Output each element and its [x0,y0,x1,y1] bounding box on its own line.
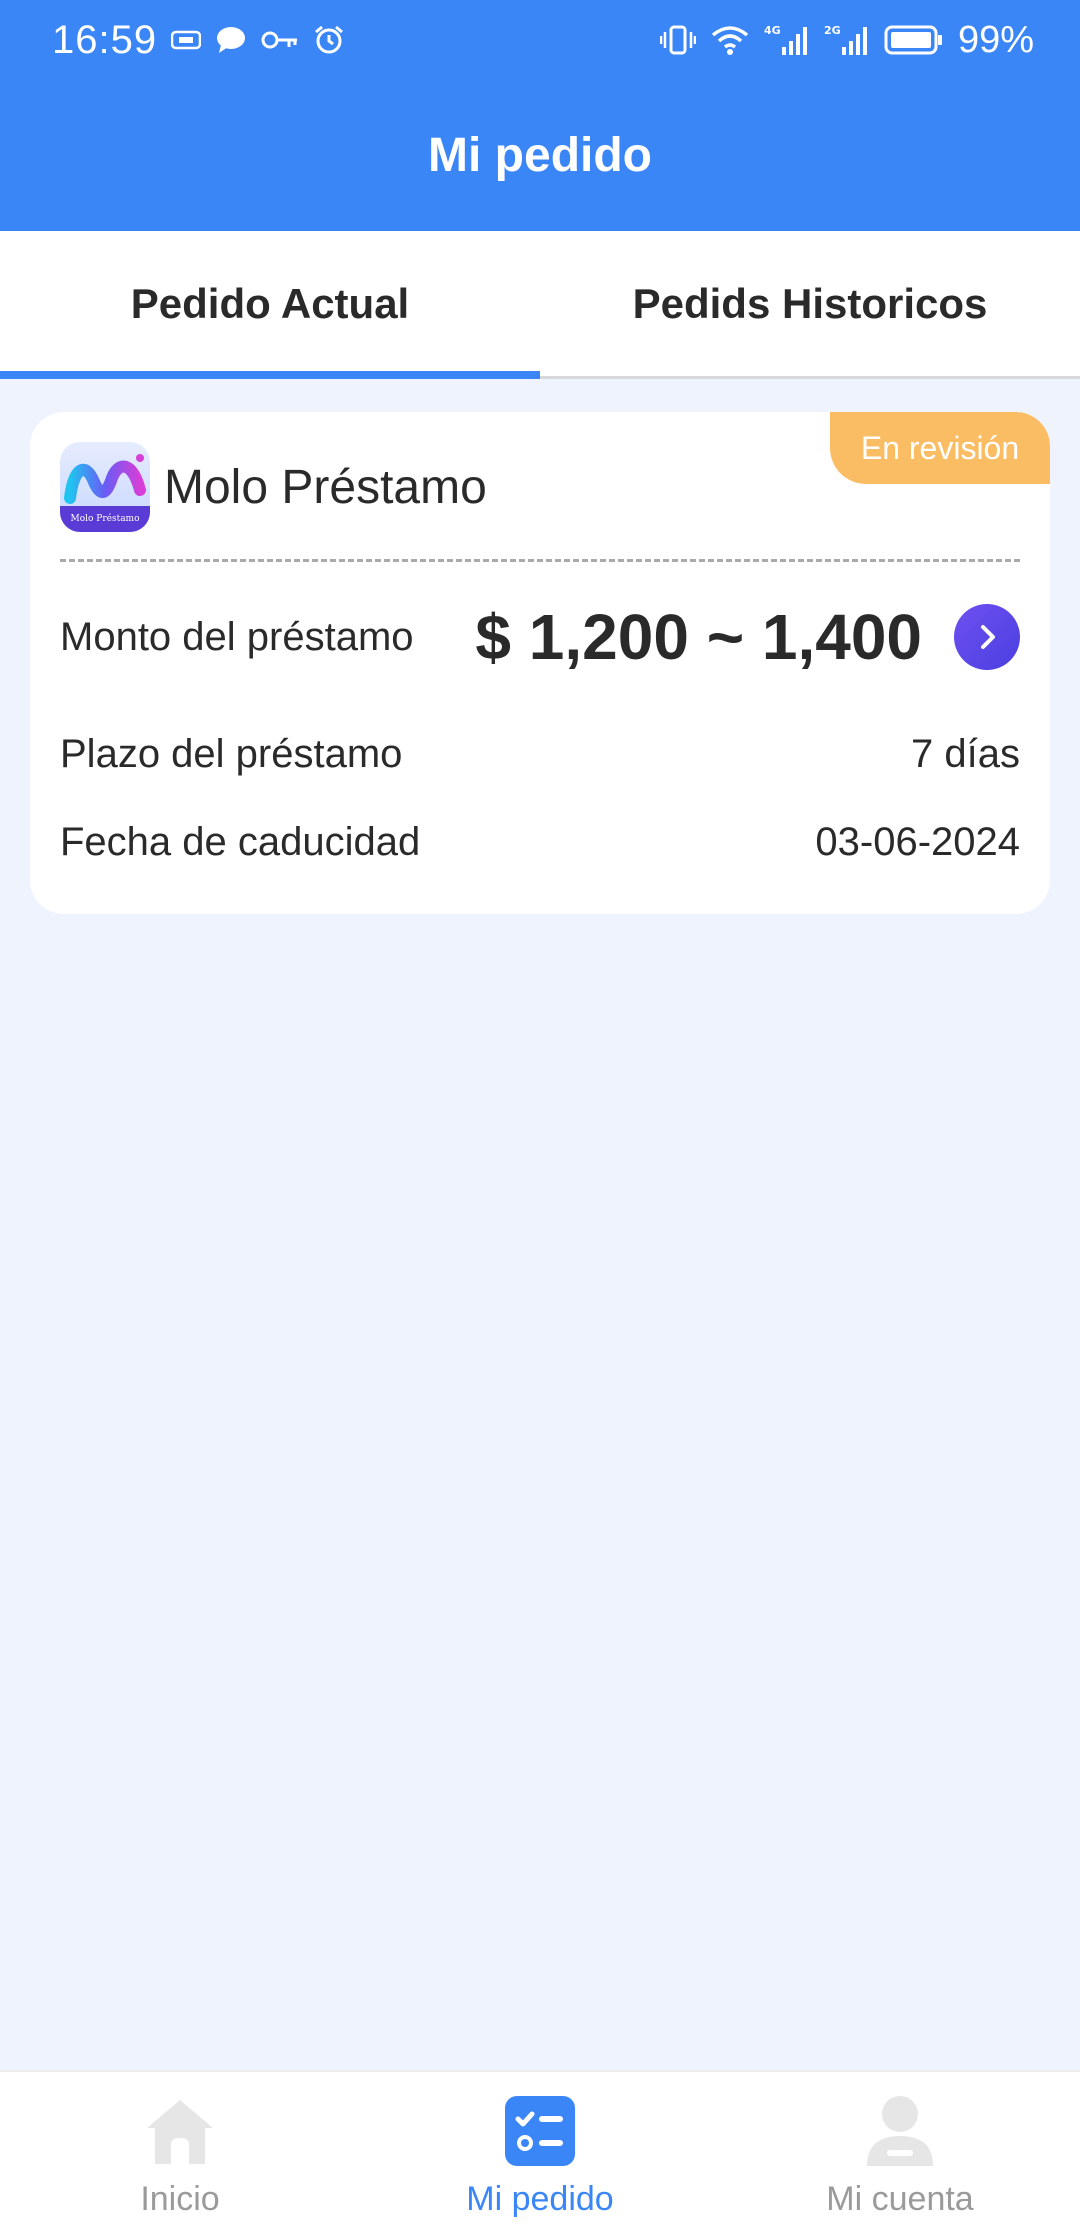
amount-row: Monto del préstamo $ 1,200 ~ 1,400 [60,600,1020,674]
chevron-right-icon [981,625,995,649]
logo-caption: Molo Préstamo [60,506,150,532]
tab-order-history[interactable]: Pedids Historicos [540,231,1080,376]
order-list-icon [503,2094,577,2168]
alarm-icon [313,20,345,60]
tab-current-order[interactable]: Pedido Actual [0,231,540,379]
signal-2g-icon: 2G [824,20,870,60]
lender-name: Molo Préstamo [164,460,487,514]
sim-card-icon [171,20,202,60]
term-value: 7 días [911,732,1020,776]
battery-percent: 99% [957,18,1034,61]
expiry-label: Fecha de caducidad [60,820,421,864]
vibrate-icon [659,20,696,60]
nav-my-account[interactable]: Mi cuenta [720,2072,1080,2240]
amount-value: $ 1,200 ~ 1,400 [475,601,922,673]
expiry-value: 03-06-2024 [815,820,1020,864]
signal-4g-icon: 4G [764,20,810,60]
home-icon [143,2094,217,2168]
nav-home-label: Inicio [140,2179,220,2218]
amount-label: Monto del préstamo [60,614,414,659]
nav-home[interactable]: Inicio [0,2072,360,2240]
dashed-divider [60,559,1020,562]
battery-icon [884,20,944,60]
order-tabs: Pedido Actual Pedids Historicos [0,231,1080,379]
message-icon [215,20,247,60]
vpn-key-icon [261,20,299,60]
status-bar: 16:59 4G 2G 99% [0,0,1080,80]
details-button[interactable] [954,604,1020,670]
svg-text:4G: 4G [764,24,781,37]
lender-logo: Molo Préstamo [60,442,150,532]
status-time: 16:59 [52,17,158,62]
page-title: Mi pedido [428,129,652,182]
expiry-row: Fecha de caducidad 03-06-2024 [60,820,1020,865]
nav-my-account-label: Mi cuenta [826,2179,974,2218]
wifi-icon [710,20,750,60]
nav-my-order[interactable]: Mi pedido [360,2072,720,2240]
lender-brand: Molo Préstamo Molo Préstamo [60,442,487,532]
app-header: 16:59 4G 2G 99% Mi pedido [0,0,1080,231]
order-card[interactable]: En revisión Molo Préstamo Molo Préstamo … [30,412,1050,914]
user-icon [863,2094,937,2168]
svg-text:2G: 2G [824,24,841,37]
nav-my-order-label: Mi pedido [466,2179,614,2218]
bottom-nav: Inicio Mi pedido Mi cuenta [0,2070,1080,2240]
term-row: Plazo del préstamo 7 días [60,732,1020,777]
status-badge: En revisión [830,412,1050,484]
term-label: Plazo del préstamo [60,732,403,776]
